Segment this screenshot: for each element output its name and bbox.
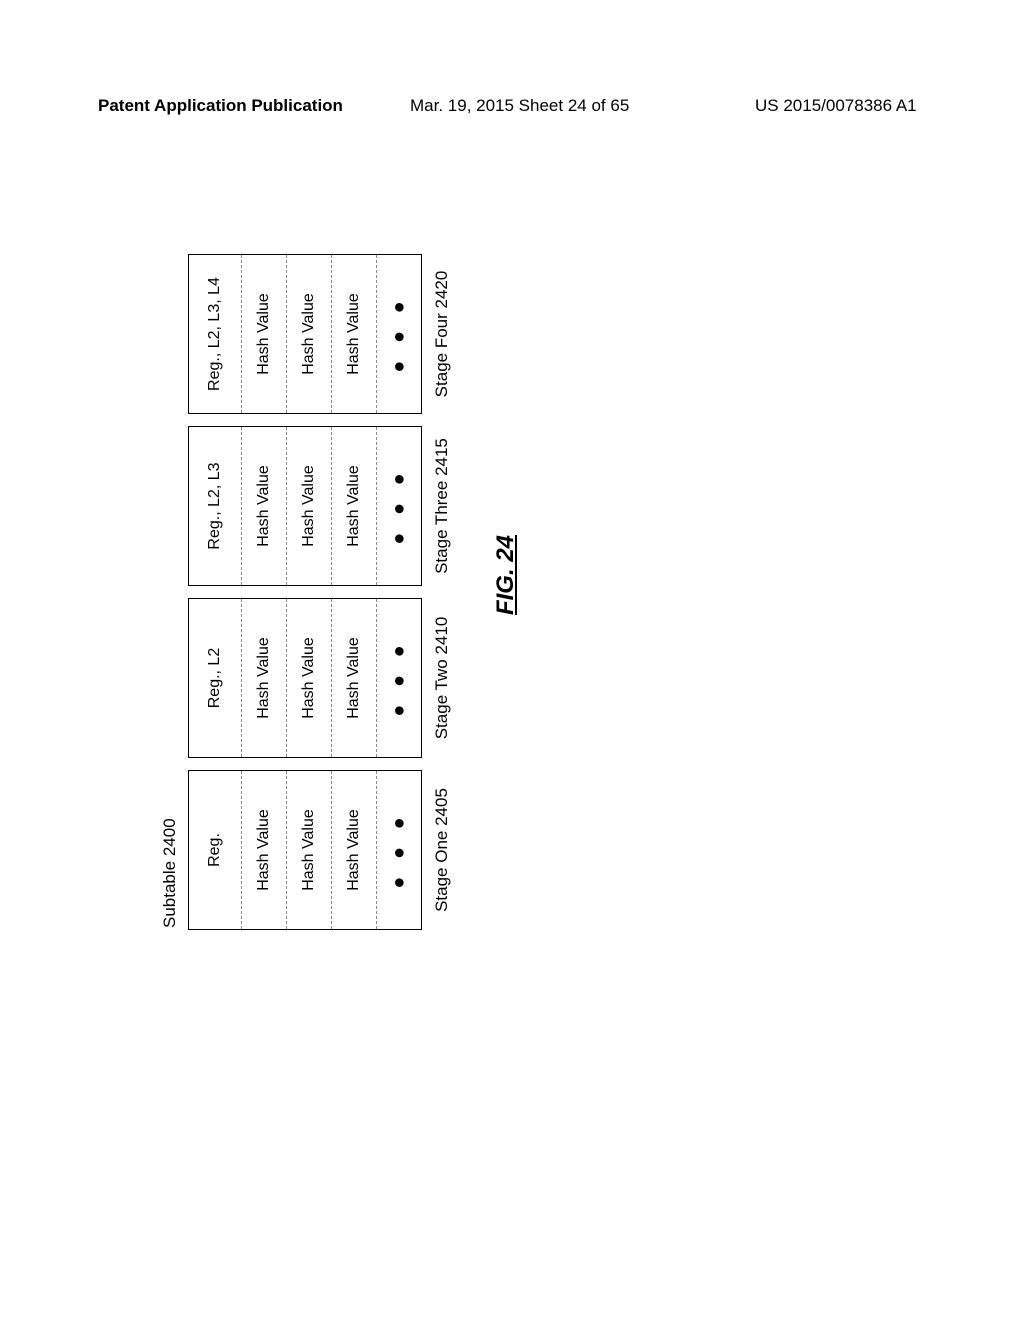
- stage-two-header: Reg., L2: [189, 599, 242, 758]
- page-header: Patent Application Publication Mar. 19, …: [0, 96, 1024, 126]
- stage-four-column: Reg., L2, L3, L4 Hash Value Hash Value H…: [188, 254, 452, 414]
- table-cell: Hash Value: [242, 771, 287, 930]
- stage-two-table: Reg., L2 Hash Value Hash Value Hash Valu…: [188, 598, 422, 758]
- subtable-label: Subtable 2400: [160, 220, 180, 928]
- stage-four-caption: Stage Four 2420: [432, 271, 452, 398]
- stage-three-header: Reg., L2, L3: [189, 427, 242, 586]
- stage-two-column: Reg., L2 Hash Value Hash Value Hash Valu…: [188, 598, 452, 758]
- table-cell: Hash Value: [242, 427, 287, 586]
- ellipsis-icon: ● ● ●: [388, 295, 410, 372]
- table-cell: Hash Value: [332, 599, 377, 758]
- figure-caption: FIG. 24: [492, 220, 520, 930]
- stage-one-header: Reg.: [189, 771, 242, 930]
- table-cell: Hash Value: [287, 255, 332, 414]
- ellipsis-row: ● ● ●: [377, 255, 422, 414]
- stage-two-caption: Stage Two 2410: [432, 617, 452, 740]
- ellipsis-row: ● ● ●: [377, 599, 422, 758]
- ellipsis-icon: ● ● ●: [388, 467, 410, 544]
- table-cell: Hash Value: [332, 771, 377, 930]
- table-cell: Hash Value: [287, 427, 332, 586]
- table-cell: Hash Value: [332, 427, 377, 586]
- ellipsis-icon: ● ● ●: [388, 811, 410, 888]
- table-cell: Hash Value: [332, 255, 377, 414]
- header-publication: Patent Application Publication: [98, 96, 343, 116]
- stages-row: Reg. Hash Value Hash Value Hash Value ● …: [188, 220, 452, 930]
- ellipsis-icon: ● ● ●: [388, 639, 410, 716]
- table-cell: Hash Value: [287, 599, 332, 758]
- table-cell: Hash Value: [242, 599, 287, 758]
- stage-three-table: Reg., L2, L3 Hash Value Hash Value Hash …: [188, 426, 422, 586]
- stage-four-table: Reg., L2, L3, L4 Hash Value Hash Value H…: [188, 254, 422, 414]
- stage-one-table: Reg. Hash Value Hash Value Hash Value ● …: [188, 770, 422, 930]
- ellipsis-row: ● ● ●: [377, 427, 422, 586]
- stage-one-column: Reg. Hash Value Hash Value Hash Value ● …: [188, 770, 452, 930]
- header-date-sheet: Mar. 19, 2015 Sheet 24 of 65: [410, 96, 629, 116]
- table-cell: Hash Value: [287, 771, 332, 930]
- figure-24: Subtable 2400 Reg. Hash Value Hash Value…: [160, 220, 880, 930]
- stage-one-caption: Stage One 2405: [432, 788, 452, 912]
- stage-three-caption: Stage Three 2415: [432, 438, 452, 574]
- table-cell: Hash Value: [242, 255, 287, 414]
- stage-three-column: Reg., L2, L3 Hash Value Hash Value Hash …: [188, 426, 452, 586]
- ellipsis-row: ● ● ●: [377, 771, 422, 930]
- header-publication-number: US 2015/0078386 A1: [755, 96, 917, 116]
- stage-four-header: Reg., L2, L3, L4: [189, 255, 242, 414]
